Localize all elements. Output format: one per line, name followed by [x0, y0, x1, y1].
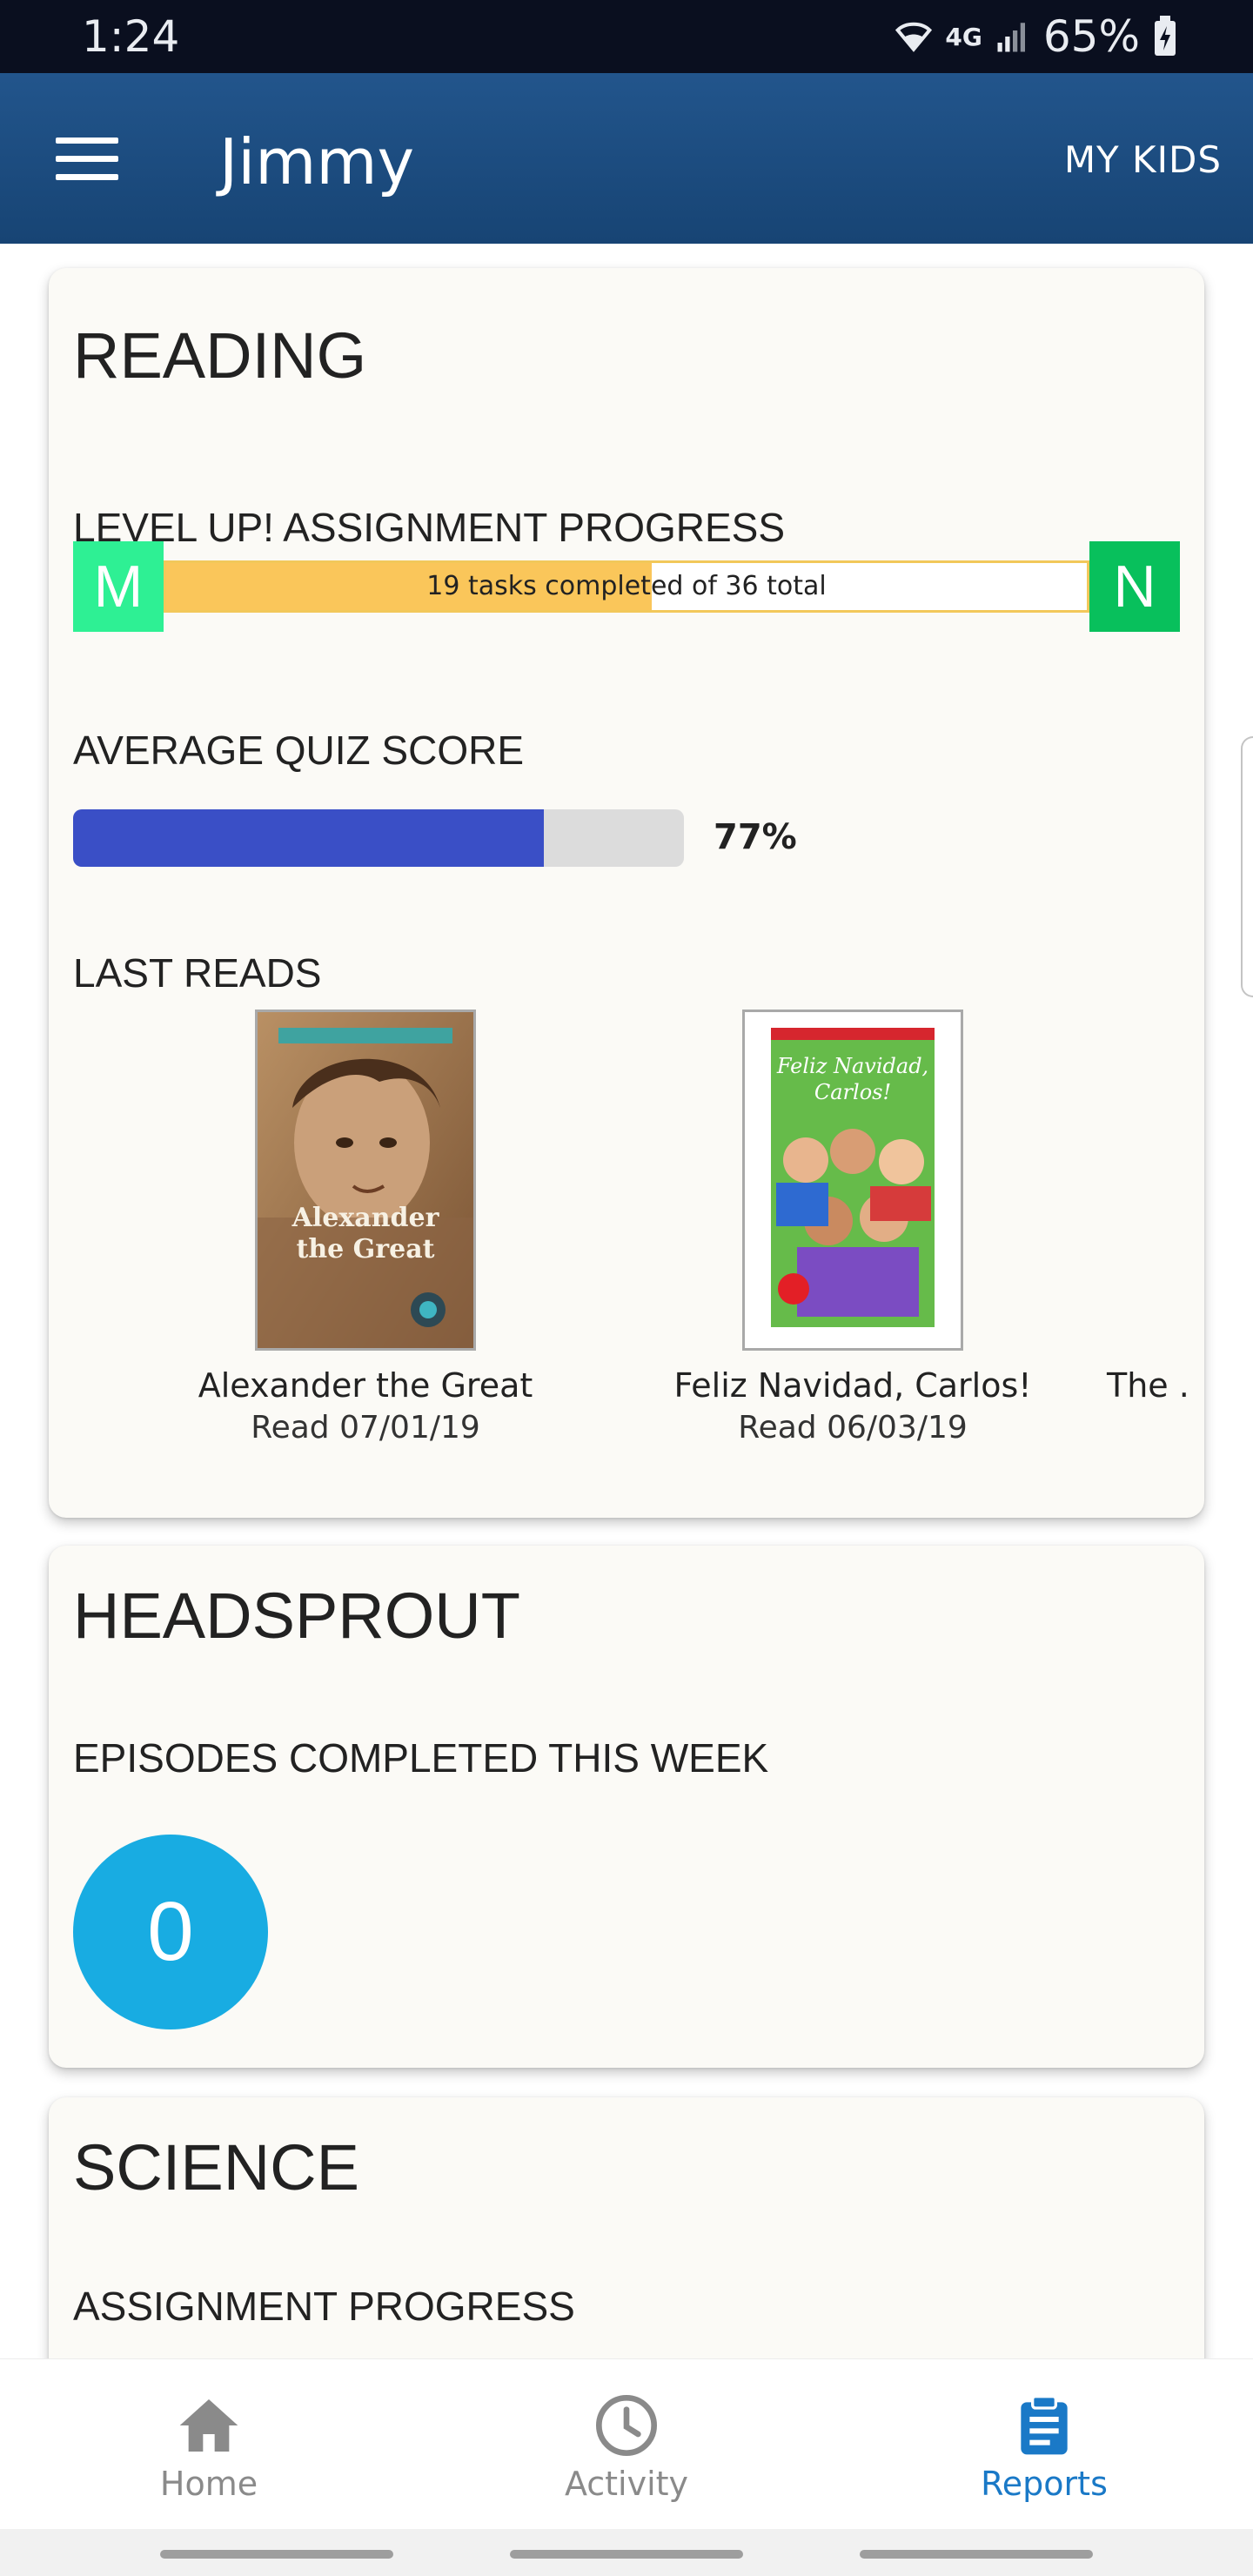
episodes-count: 0: [73, 1835, 268, 2029]
alexander-cover-art: Alexander the Great: [258, 1012, 473, 1348]
reading-title: READING: [73, 319, 367, 392]
science-title: SCIENCE: [73, 2131, 359, 2204]
nav-home[interactable]: Home: [0, 2359, 418, 2530]
book-read-date: Read 06/03/19: [738, 1410, 968, 1446]
content-scroll[interactable]: READING LEVEL UP! ASSIGNMENT PROGRESS M …: [0, 244, 1253, 2358]
cover-title-line2: Carlos!: [814, 1080, 891, 1104]
quiz-score-fill: [73, 809, 544, 867]
side-drawer-handle[interactable]: [1241, 736, 1253, 997]
nav-reports-label: Reports: [981, 2465, 1108, 2503]
status-icons: 4G 65%: [895, 9, 1178, 64]
current-level-badge: M: [73, 541, 164, 632]
cover-title-line2: the Great: [296, 1234, 434, 1265]
episodes-label: EPISODES COMPLETED THIS WEEK: [73, 1735, 769, 1781]
headsprout-card: HEADSPROUT EPISODES COMPLETED THIS WEEK …: [49, 1546, 1204, 2068]
book-cover[interactable]: Feliz Navidad, Carlos!: [742, 1010, 963, 1351]
last-reads-label: LAST READS: [73, 950, 322, 996]
book-title[interactable]: The .: [1107, 1363, 1204, 1408]
battery-percent: 65%: [1042, 11, 1140, 62]
headsprout-title: HEADSPROUT: [73, 1580, 520, 1652]
network-type-label: 4G: [945, 22, 982, 51]
science-card: SCIENCE ASSIGNMENT PROGRESS: [49, 2097, 1204, 2358]
quiz-score-bar: [73, 809, 684, 867]
level-progress-track: 19 tasks completed of 36 total: [164, 560, 1089, 613]
nav-reports[interactable]: Reports: [835, 2359, 1253, 2530]
bottom-navigation: Home Activity Reports: [0, 2358, 1253, 2529]
nav-activity-label: Activity: [564, 2465, 689, 2503]
reading-card: READING LEVEL UP! ASSIGNMENT PROGRESS M …: [49, 268, 1204, 1518]
last-reads-list[interactable]: Alexander the Great Alexander the Great …: [49, 1010, 1204, 1462]
book-title[interactable]: Alexander the Great: [122, 1363, 609, 1408]
cover-title-line1: Alexander: [291, 1203, 440, 1233]
book-title[interactable]: Feliz Navidad, Carlos!: [609, 1363, 1096, 1408]
level-progress: M 19 tasks completed of 36 total N: [73, 541, 1180, 632]
cover-title-line1: Feliz Navidad,: [776, 1054, 928, 1078]
system-navigation-bar: [0, 2529, 1253, 2576]
status-bar: 1:24 4G 65%: [0, 0, 1253, 73]
home-button[interactable]: [510, 2550, 743, 2559]
level-progress-text: 19 tasks completed of 36 total: [426, 571, 827, 601]
app-bar: Jimmy MY KIDS: [0, 73, 1253, 244]
science-assignment-label: ASSIGNMENT PROGRESS: [73, 2284, 575, 2329]
signal-icon: [997, 23, 1025, 52]
next-level-badge: N: [1089, 541, 1180, 632]
wifi-icon: [895, 22, 933, 52]
back-button[interactable]: [860, 2550, 1093, 2559]
nav-activity[interactable]: Activity: [418, 2359, 835, 2530]
clock-icon: [596, 2395, 657, 2456]
clipboard-icon: [1021, 2395, 1068, 2455]
home-icon: [179, 2399, 238, 2452]
book-cover[interactable]: Alexander the Great: [255, 1010, 476, 1351]
quiz-score-value: 77%: [714, 817, 797, 857]
nav-home-label: Home: [159, 2465, 258, 2503]
recents-button[interactable]: [160, 2550, 393, 2559]
my-kids-button[interactable]: MY KIDS: [1064, 134, 1222, 186]
battery-charging-icon: [1155, 16, 1176, 56]
menu-icon[interactable]: [50, 124, 124, 193]
feliz-navidad-cover-art: Feliz Navidad, Carlos!: [745, 1012, 961, 1348]
status-time: 1:24: [82, 11, 180, 62]
book-read-date: Read 07/01/19: [251, 1410, 480, 1446]
quiz-score-label: AVERAGE QUIZ SCORE: [73, 728, 525, 773]
page-title: Jimmy: [219, 125, 415, 198]
